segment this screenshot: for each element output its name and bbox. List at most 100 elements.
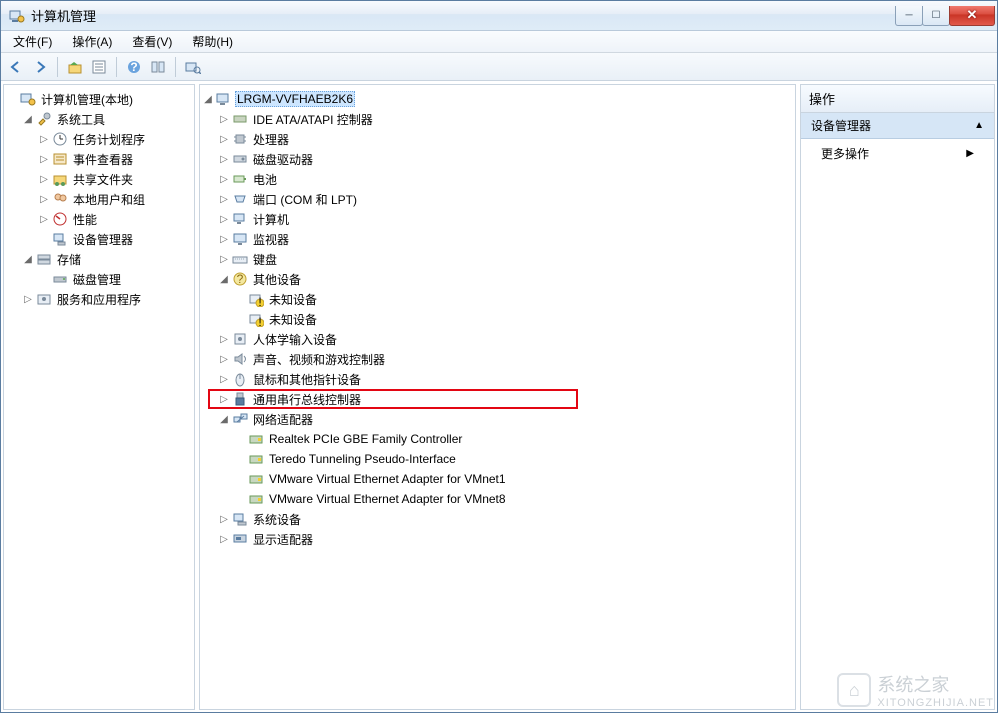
scan-button[interactable] bbox=[182, 56, 204, 78]
cat-disk-drives[interactable]: ▷磁盘驱动器 bbox=[202, 149, 793, 169]
actions-section[interactable]: 设备管理器 ▲ bbox=[801, 113, 994, 139]
properties-button[interactable] bbox=[88, 56, 110, 78]
dev-net1[interactable]: Realtek PCIe GBE Family Controller bbox=[202, 429, 793, 449]
menu-action[interactable]: 操作(A) bbox=[66, 31, 118, 52]
action-more[interactable]: 更多操作 ▶ bbox=[801, 139, 994, 168]
cat-keyboard[interactable]: ▷键盘 bbox=[202, 249, 793, 269]
nav-performance[interactable]: ▷性能 bbox=[6, 209, 192, 229]
battery-icon bbox=[232, 171, 248, 187]
nav-storage[interactable]: ◢存储 bbox=[6, 249, 192, 269]
clock-icon bbox=[52, 131, 68, 147]
toolbar-separator bbox=[116, 57, 117, 77]
storage-icon bbox=[36, 251, 52, 267]
shared-folder-icon bbox=[52, 171, 68, 187]
toolbar: ? bbox=[1, 53, 997, 81]
svg-text:?: ? bbox=[237, 272, 244, 286]
nav-root[interactable]: 计算机管理(本地) bbox=[6, 89, 192, 109]
cat-ports[interactable]: ▷端口 (COM 和 LPT) bbox=[202, 189, 793, 209]
menubar: 文件(F) 操作(A) 查看(V) 帮助(H) bbox=[1, 31, 997, 53]
cat-computer[interactable]: ▷计算机 bbox=[202, 209, 793, 229]
toolbar-separator bbox=[175, 57, 176, 77]
menu-file[interactable]: 文件(F) bbox=[7, 31, 58, 52]
action-more-label: 更多操作 bbox=[821, 145, 869, 162]
dev-unknown2[interactable]: !未知设备 bbox=[202, 309, 793, 329]
help-button[interactable]: ? bbox=[123, 56, 145, 78]
close-button[interactable]: ✕ bbox=[949, 6, 995, 26]
nav-tree[interactable]: 计算机管理(本地) ◢系统工具 ▷任务计划程序 ▷事件查看器 ▷共享文件夹 ▷本… bbox=[4, 85, 194, 313]
cat-monitor[interactable]: ▷监视器 bbox=[202, 229, 793, 249]
body: 计算机管理(本地) ◢系统工具 ▷任务计划程序 ▷事件查看器 ▷共享文件夹 ▷本… bbox=[1, 81, 997, 712]
computer-mgmt-icon bbox=[20, 91, 36, 107]
left-panel: 计算机管理(本地) ◢系统工具 ▷任务计划程序 ▷事件查看器 ▷共享文件夹 ▷本… bbox=[3, 84, 195, 710]
nav-services-apps[interactable]: ▷服务和应用程序 bbox=[6, 289, 192, 309]
up-button[interactable] bbox=[64, 56, 86, 78]
menu-view[interactable]: 查看(V) bbox=[126, 31, 178, 52]
nav-device-manager[interactable]: 设备管理器 bbox=[6, 229, 192, 249]
cat-system-devices[interactable]: ▷系统设备 bbox=[202, 509, 793, 529]
actions-panel: 操作 设备管理器 ▲ 更多操作 ▶ bbox=[800, 84, 995, 710]
actions-section-label: 设备管理器 bbox=[811, 117, 871, 134]
back-button[interactable] bbox=[5, 56, 27, 78]
cat-sound[interactable]: ▷声音、视频和游戏控制器 bbox=[202, 349, 793, 369]
tools-icon bbox=[36, 111, 52, 127]
minimize-button[interactable]: ─ bbox=[895, 6, 923, 26]
nic-icon bbox=[248, 491, 264, 507]
nic-icon bbox=[248, 431, 264, 447]
cat-other-devices[interactable]: ◢?其他设备 bbox=[202, 269, 793, 289]
titlebar: 计算机管理 ─ ☐ ✕ bbox=[1, 1, 997, 31]
dev-net4[interactable]: VMware Virtual Ethernet Adapter for VMne… bbox=[202, 489, 793, 509]
menu-help[interactable]: 帮助(H) bbox=[186, 31, 239, 52]
cat-cpu[interactable]: ▷处理器 bbox=[202, 129, 793, 149]
center-panel: ◢LRGM-VVFHAEB2K6 ▷IDE ATA/ATAPI 控制器 ▷处理器… bbox=[199, 84, 796, 710]
cat-network[interactable]: ◢网络适配器 bbox=[202, 409, 793, 429]
device-mgr-icon bbox=[52, 231, 68, 247]
other-icon: ? bbox=[232, 271, 248, 287]
nav-local-users[interactable]: ▷本地用户和组 bbox=[6, 189, 192, 209]
cat-display[interactable]: ▷显示适配器 bbox=[202, 529, 793, 549]
dev-net2[interactable]: Teredo Tunneling Pseudo-Interface bbox=[202, 449, 793, 469]
nav-task-scheduler[interactable]: ▷任务计划程序 bbox=[6, 129, 192, 149]
performance-icon bbox=[52, 211, 68, 227]
users-icon bbox=[52, 191, 68, 207]
device-tree[interactable]: ◢LRGM-VVFHAEB2K6 ▷IDE ATA/ATAPI 控制器 ▷处理器… bbox=[200, 85, 795, 553]
disk-icon bbox=[232, 151, 248, 167]
services-icon bbox=[36, 291, 52, 307]
nav-system-tools[interactable]: ◢系统工具 bbox=[6, 109, 192, 129]
cat-hid[interactable]: ▷人体学输入设备 bbox=[202, 329, 793, 349]
usb-icon bbox=[232, 391, 248, 407]
mouse-icon bbox=[232, 371, 248, 387]
cat-usb[interactable]: ▷通用串行总线控制器 bbox=[202, 389, 793, 409]
window-title: 计算机管理 bbox=[31, 6, 896, 25]
event-icon bbox=[52, 151, 68, 167]
display-adapter-icon bbox=[232, 531, 248, 547]
network-icon bbox=[232, 411, 248, 427]
cat-ide[interactable]: ▷IDE ATA/ATAPI 控制器 bbox=[202, 109, 793, 129]
dev-unknown1[interactable]: !未知设备 bbox=[202, 289, 793, 309]
port-icon bbox=[232, 191, 248, 207]
cpu-icon bbox=[232, 131, 248, 147]
view-button[interactable] bbox=[147, 56, 169, 78]
nic-icon bbox=[248, 451, 264, 467]
monitor-icon bbox=[232, 231, 248, 247]
forward-button[interactable] bbox=[29, 56, 51, 78]
nav-shared-folders[interactable]: ▷共享文件夹 bbox=[6, 169, 192, 189]
device-root[interactable]: ◢LRGM-VVFHAEB2K6 bbox=[202, 89, 793, 109]
actions-header: 操作 bbox=[801, 85, 994, 113]
system-dev-icon bbox=[232, 511, 248, 527]
svg-text:!: ! bbox=[258, 315, 261, 327]
cat-mouse[interactable]: ▷鼠标和其他指针设备 bbox=[202, 369, 793, 389]
computer-icon bbox=[232, 211, 248, 227]
window-buttons: ─ ☐ ✕ bbox=[896, 6, 995, 26]
dev-net3[interactable]: VMware Virtual Ethernet Adapter for VMne… bbox=[202, 469, 793, 489]
nav-event-viewer[interactable]: ▷事件查看器 bbox=[6, 149, 192, 169]
disk-mgmt-icon bbox=[52, 271, 68, 287]
hid-icon bbox=[232, 331, 248, 347]
sound-icon bbox=[232, 351, 248, 367]
svg-text:!: ! bbox=[258, 295, 261, 307]
keyboard-icon bbox=[232, 251, 248, 267]
nav-disk-management[interactable]: 磁盘管理 bbox=[6, 269, 192, 289]
app-icon bbox=[9, 8, 25, 24]
nic-icon bbox=[248, 471, 264, 487]
cat-battery[interactable]: ▷电池 bbox=[202, 169, 793, 189]
maximize-button[interactable]: ☐ bbox=[922, 6, 950, 26]
